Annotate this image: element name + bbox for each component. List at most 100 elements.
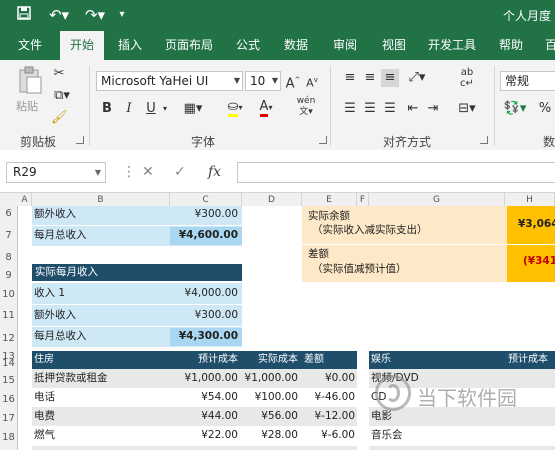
italic-button[interactable]: I <box>122 100 136 118</box>
align-middle-icon[interactable]: ≡ <box>361 69 379 87</box>
row-header[interactable]: 12 <box>0 333 17 344</box>
income-label: 额外收入 <box>34 208 76 220</box>
decrease-indent-icon[interactable]: ⇤ <box>404 100 422 118</box>
column-header[interactable]: E <box>302 193 357 207</box>
name-box-value: R29 <box>13 165 37 179</box>
row-header[interactable]: 15 <box>0 375 17 386</box>
worksheet-grid[interactable]: 额外收入 ¥300.00 每月总收入 ¥4,600.00 实际每月收入 收入 1… <box>18 206 555 450</box>
housing-estimated: ¥22.00 <box>201 429 238 441</box>
tab-developer[interactable]: 开发工具 <box>428 31 476 60</box>
row-header[interactable]: 10 <box>0 289 17 300</box>
wrap-text-icon[interactable]: ab c↵ <box>454 67 480 89</box>
chevron-down-icon[interactable]: ▾ <box>160 100 170 118</box>
column-header[interactable]: H <box>505 193 555 207</box>
entertainment-item: 音乐会 <box>371 429 403 441</box>
enter-icon[interactable]: ✓ <box>174 162 186 183</box>
row-header[interactable]: 8 <box>0 252 17 263</box>
tab-view[interactable]: 视图 <box>382 31 406 60</box>
decrease-font-icon[interactable]: Av <box>304 71 320 93</box>
borders-icon[interactable]: ▦▾ <box>180 100 206 118</box>
customize-icon[interactable]: ▾ <box>116 5 128 25</box>
font-color-icon[interactable]: A▾ <box>253 98 279 117</box>
align-center-icon[interactable]: ☰ <box>361 100 379 118</box>
total-income-label: 每月总收入 <box>34 229 87 241</box>
percent-style-button[interactable]: % <box>538 100 552 118</box>
housing-actual: ¥28.00 <box>261 429 298 441</box>
tab-data[interactable]: 数据 <box>284 31 308 60</box>
column-title: 差额 <box>304 354 324 365</box>
tab-more[interactable]: 百 <box>545 31 555 60</box>
align-bottom-icon[interactable]: ≡ <box>381 69 399 87</box>
font-size-combo[interactable]: 10 ▼ <box>245 71 281 91</box>
housing-item: 电费 <box>34 410 55 422</box>
number-group-label: 数 <box>543 135 555 149</box>
align-top-icon[interactable]: ≡ <box>341 69 359 87</box>
table-row <box>369 446 555 450</box>
align-right-icon[interactable]: ☰ <box>381 100 399 118</box>
phonetic-guide-button[interactable]: wén 文▾ <box>292 96 320 118</box>
row-header[interactable]: 17 <box>0 413 17 424</box>
format-painter-icon[interactable]: 🖌 <box>51 109 68 127</box>
align-left-icon[interactable]: ☰ <box>341 100 359 118</box>
tab-help[interactable]: 帮助 <box>499 31 523 60</box>
paste-icon[interactable] <box>16 66 44 96</box>
insert-function-icon[interactable]: fx <box>208 162 221 183</box>
merge-center-icon[interactable]: ⊟▾ <box>454 100 480 118</box>
row-header[interactable]: 6 <box>0 208 17 219</box>
total-income-value: ¥4,600.00 <box>178 229 238 241</box>
column-header[interactable]: D <box>242 193 302 207</box>
increase-font-icon[interactable]: A^ <box>285 71 301 93</box>
fill-color-icon[interactable]: ⛀▾ <box>222 98 248 117</box>
row-header[interactable]: 14 <box>0 358 17 369</box>
tab-insert[interactable]: 插入 <box>118 31 142 60</box>
group-divider <box>89 66 90 146</box>
housing-estimated: ¥54.00 <box>201 391 238 403</box>
accounting-format-icon[interactable]: 💱▾ <box>502 100 528 118</box>
copy-icon[interactable]: ⧉▾ <box>51 87 73 105</box>
tab-review[interactable]: 审阅 <box>333 31 357 60</box>
cell-divider <box>32 326 242 327</box>
tab-file[interactable]: 文件 <box>18 31 42 60</box>
tab-home[interactable]: 开始 <box>60 31 104 60</box>
column-header[interactable]: G <box>369 193 505 207</box>
row-header[interactable]: 7 <box>0 230 17 241</box>
font-name-value: Microsoft YaHei UI <box>101 74 209 88</box>
row-header[interactable]: 18 <box>0 432 17 443</box>
redo-icon[interactable]: ↷▾ <box>82 5 108 25</box>
housing-difference: ¥-6.00 <box>321 429 355 441</box>
font-size-value: 10 <box>250 74 266 88</box>
number-format-value: 常规 <box>505 74 530 88</box>
underline-button[interactable]: U <box>144 100 158 118</box>
row-header[interactable]: 16 <box>0 394 17 405</box>
increase-indent-icon[interactable]: ⇥ <box>424 100 442 118</box>
row-header[interactable]: 11 <box>0 310 17 321</box>
bold-button[interactable]: B <box>100 100 114 118</box>
clipboard-launcher-icon[interactable] <box>76 136 84 144</box>
cancel-icon[interactable]: ✕ <box>142 162 154 183</box>
column-header[interactable]: C <box>170 193 242 207</box>
font-launcher-icon[interactable] <box>319 136 327 144</box>
undo-icon[interactable]: ↶▾ <box>46 5 72 25</box>
column-header[interactable]: B <box>32 193 170 207</box>
name-box[interactable]: R29 ▼ <box>6 162 106 183</box>
cut-icon[interactable]: ✂ <box>51 65 67 83</box>
actual-income-header: 实际每月收入 <box>35 266 98 278</box>
font-name-combo[interactable]: Microsoft YaHei UI ▼ <box>96 71 243 91</box>
housing-estimated: ¥1,000.00 <box>184 372 238 384</box>
paste-label[interactable]: 粘贴 <box>16 98 38 114</box>
column-header[interactable]: F <box>357 193 369 207</box>
alignment-launcher-icon[interactable] <box>480 136 488 144</box>
table-row <box>32 446 357 450</box>
actual-total-value: ¥4,300.00 <box>178 330 238 342</box>
save-icon[interactable] <box>14 5 34 25</box>
orientation-icon[interactable]: ⤢▾ <box>404 69 430 87</box>
formula-input[interactable] <box>237 162 555 183</box>
ribbon: 粘贴 ✂ ⧉▾ 🖌 剪贴板 Microsoft YaHei UI ▼ 10 ▼ A^… <box>0 60 555 151</box>
tab-formulas[interactable]: 公式 <box>236 31 260 60</box>
number-format-combo[interactable]: 常规 <box>500 71 555 91</box>
row-header[interactable]: 9 <box>0 270 17 281</box>
tab-page-layout[interactable]: 页面布局 <box>165 31 213 60</box>
housing-actual: ¥1,000.00 <box>244 372 298 384</box>
title-bar: ↶▾ ↷▾ ▾ 个人月度 <box>0 0 555 31</box>
column-header[interactable]: A <box>18 193 32 207</box>
